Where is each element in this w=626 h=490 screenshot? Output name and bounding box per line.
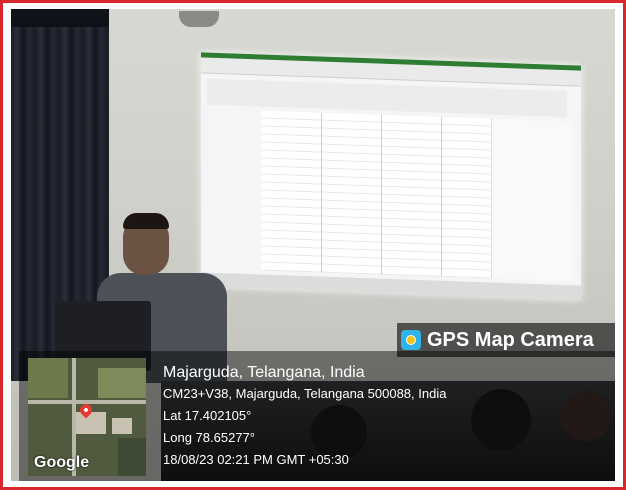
curtain-rail — [11, 9, 109, 27]
presenter-hair — [123, 213, 169, 229]
latitude: Lat 17.402105° — [163, 408, 252, 423]
photo-frame: GPS Map Camera Google Majarguda, Telanga… — [0, 0, 626, 490]
app-badge: GPS Map Camera — [397, 323, 615, 357]
longitude: Long 78.65277° — [163, 430, 255, 445]
map-thumbnail: Google — [28, 358, 146, 476]
google-logo: Google — [34, 454, 90, 471]
app-name: GPS Map Camera — [427, 328, 594, 351]
place-name: Majarguda, Telangana, India — [163, 364, 365, 381]
cctv-camera — [179, 11, 219, 27]
location-info: Majarguda, Telangana, India CM23+V38, Ma… — [163, 364, 447, 467]
projected-side-panel — [491, 118, 572, 282]
projected-screen — [201, 52, 581, 300]
gps-camera-app-icon — [401, 330, 421, 350]
projected-spreadsheet — [261, 110, 491, 279]
address: CM23+V38, Majarguda, Telangana 500088, I… — [163, 386, 447, 401]
timestamp: 18/08/23 02:21 PM GMT +05:30 — [163, 452, 349, 467]
